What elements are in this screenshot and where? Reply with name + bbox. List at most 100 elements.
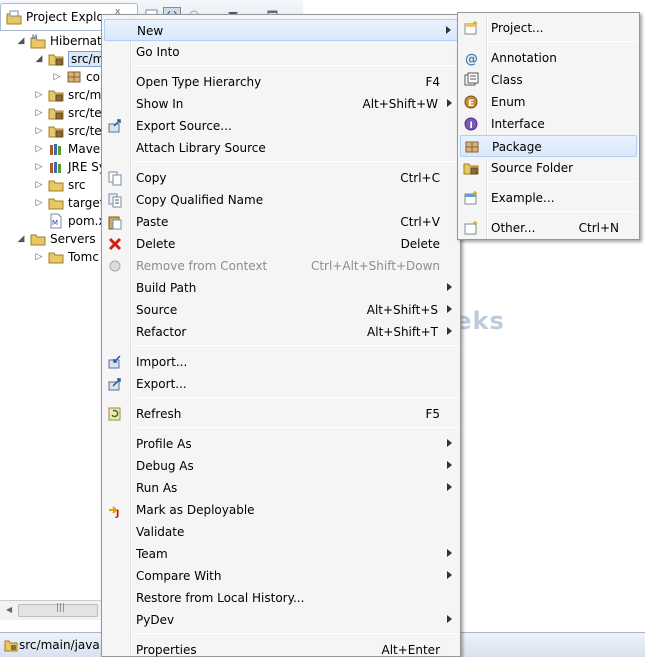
menu-item-class[interactable]: Class — [460, 69, 637, 91]
expanded-twisty-icon[interactable]: ◢ — [16, 36, 26, 46]
tree-item-label: co — [86, 70, 100, 84]
menu-item-label: Refresh — [136, 407, 182, 421]
library-icon — [48, 159, 64, 175]
menu-item-interface[interactable]: I Interface — [460, 113, 637, 135]
project-explorer-icon — [6, 10, 22, 29]
menu-item-build-path[interactable]: Build Path — [104, 277, 458, 299]
menu-item-copy-qualified-name[interactable]: Copy Qualified Name — [104, 189, 458, 211]
menu-item-package[interactable]: Package — [460, 135, 637, 157]
tree-item-label: src/te — [68, 124, 102, 138]
menu-item-compare-with[interactable]: Compare With — [104, 565, 458, 587]
menu-item-label: Debug As — [136, 459, 194, 473]
collapsed-twisty-icon[interactable]: ▷ — [34, 252, 44, 262]
menu-item-label: Validate — [136, 525, 185, 539]
collapsed-twisty-icon[interactable]: ▷ — [34, 108, 44, 118]
svg-text:E: E — [468, 99, 474, 109]
menu-item-shortcut: Ctrl+Alt+Shift+Down — [310, 259, 440, 273]
submenu-arrow-icon — [447, 327, 452, 335]
expanded-twisty-icon[interactable]: ◢ — [34, 54, 44, 64]
menu-item-shortcut: Ctrl+V — [400, 215, 440, 229]
menu-item-profile-as[interactable]: Profile As — [104, 433, 458, 455]
pom-file-icon: M — [48, 213, 64, 229]
menu-item-mark-as-deployable[interactable]: J Mark as Deployable — [104, 499, 458, 521]
menu-item-new[interactable]: New — [104, 19, 458, 41]
menu-item-project[interactable]: Project... — [460, 17, 637, 39]
collapsed-twisty-icon[interactable]: ▷ — [34, 162, 44, 172]
folder-icon — [30, 231, 46, 247]
menu-item-validate[interactable]: Validate — [104, 521, 458, 543]
tree-item[interactable]: ▷ src — [34, 176, 86, 194]
tree-item[interactable]: ▷ JRE Sy — [34, 158, 106, 176]
menu-item-refresh[interactable]: Refresh F5 — [104, 403, 458, 425]
collapsed-twisty-icon[interactable]: ▷ — [34, 126, 44, 136]
submenu-arrow-icon — [447, 571, 452, 579]
tree-item[interactable]: ▷ Maver — [34, 140, 106, 158]
menu-item-export-source[interactable]: Export Source... — [104, 115, 458, 137]
collapsed-twisty-icon[interactable]: ▷ — [34, 90, 44, 100]
menu-item-other[interactable]: Other... Ctrl+N — [460, 217, 637, 239]
menu-item-source[interactable]: Source Alt+Shift+S — [104, 299, 458, 321]
tree-item[interactable]: ◢ M Hibernate — [16, 32, 109, 50]
interface-icon: I — [463, 116, 479, 132]
menu-item-annotation[interactable]: @ Annotation — [460, 47, 637, 69]
tree-item[interactable]: ▷ src/te — [34, 104, 102, 122]
collapsed-twisty-icon[interactable]: ▷ — [52, 72, 62, 82]
menu-item-copy[interactable]: Copy Ctrl+C — [104, 167, 458, 189]
collapsed-twisty-icon[interactable]: ▷ — [34, 144, 44, 154]
menu-item-label: Enum — [491, 95, 526, 109]
menu-item-source-folder[interactable]: Source Folder — [460, 157, 637, 179]
tree-item-label: Servers — [50, 232, 96, 246]
menu-item-refactor[interactable]: Refactor Alt+Shift+T — [104, 321, 458, 343]
expanded-twisty-icon[interactable]: ◢ — [16, 234, 26, 244]
menu-item-label: Import... — [136, 355, 188, 369]
menu-item-go-into[interactable]: Go Into — [104, 41, 458, 63]
menu-item-run-as[interactable]: Run As — [104, 477, 458, 499]
menu-item-debug-as[interactable]: Debug As — [104, 455, 458, 477]
maven-project-icon: M — [30, 33, 46, 49]
menu-item-import[interactable]: Import... — [104, 351, 458, 373]
menu-item-label: Copy — [136, 171, 167, 185]
tree-item-label: Maver — [68, 142, 106, 156]
menu-item-label: Show In — [136, 97, 184, 111]
menu-item-attach-library-source[interactable]: Attach Library Source — [104, 137, 458, 159]
menu-item-pydev[interactable]: PyDev — [104, 609, 458, 631]
class-icon — [463, 72, 479, 88]
tree-item[interactable]: ▷ Tomc — [34, 248, 99, 266]
collapsed-twisty-icon[interactable]: ▷ — [34, 198, 44, 208]
menu-item-label: Go Into — [136, 45, 180, 59]
menu-item-open-type-hierarchy[interactable]: Open Type Hierarchy F4 — [104, 71, 458, 93]
menu-item-shortcut: Ctrl+C — [400, 171, 440, 185]
svg-text:M: M — [52, 219, 58, 227]
menu-item-export[interactable]: Export... — [104, 373, 458, 395]
collapsed-twisty-icon[interactable]: ▷ — [34, 180, 44, 190]
menu-item-delete[interactable]: Delete Delete — [104, 233, 458, 255]
export-source-icon — [107, 118, 123, 134]
menu-item-label: Class — [491, 73, 523, 87]
menu-item-paste[interactable]: Paste Ctrl+V — [104, 211, 458, 233]
menu-separator — [132, 345, 458, 346]
menu-item-enum[interactable]: E Enum — [460, 91, 637, 113]
menu-item-properties[interactable]: Properties Alt+Enter — [104, 639, 458, 657]
tree-item[interactable]: ▷ co — [52, 68, 100, 86]
tree-item[interactable]: ▷ target — [34, 194, 105, 212]
menu-item-example[interactable]: Example... — [460, 187, 637, 209]
menu-item-label: Remove from Context — [136, 259, 268, 273]
submenu-arrow-icon — [447, 461, 452, 469]
tree-item[interactable]: Mpom.x — [34, 212, 106, 230]
tree-item-label: pom.x — [68, 214, 106, 228]
tree-item[interactable]: ◢ Servers — [16, 230, 96, 248]
tree-item[interactable]: ▷ src/te — [34, 122, 102, 140]
menu-item-show-in[interactable]: Show In Alt+Shift+W — [104, 93, 458, 115]
tree-item-label: target — [68, 196, 105, 210]
folder-icon — [48, 249, 64, 265]
menu-item-shortcut: Ctrl+N — [578, 221, 619, 235]
menu-item-team[interactable]: Team — [104, 543, 458, 565]
source-folder-icon — [48, 51, 64, 67]
menu-item-label: Run As — [136, 481, 178, 495]
tree-item[interactable]: ▷ src/m — [34, 86, 102, 104]
menu-item-restore-from-local-history[interactable]: Restore from Local History... — [104, 587, 458, 609]
menu-item-label: Attach Library Source — [136, 141, 266, 155]
menu-item-label: Team — [136, 547, 168, 561]
tree-item[interactable]: ◢ src/m — [34, 50, 108, 68]
